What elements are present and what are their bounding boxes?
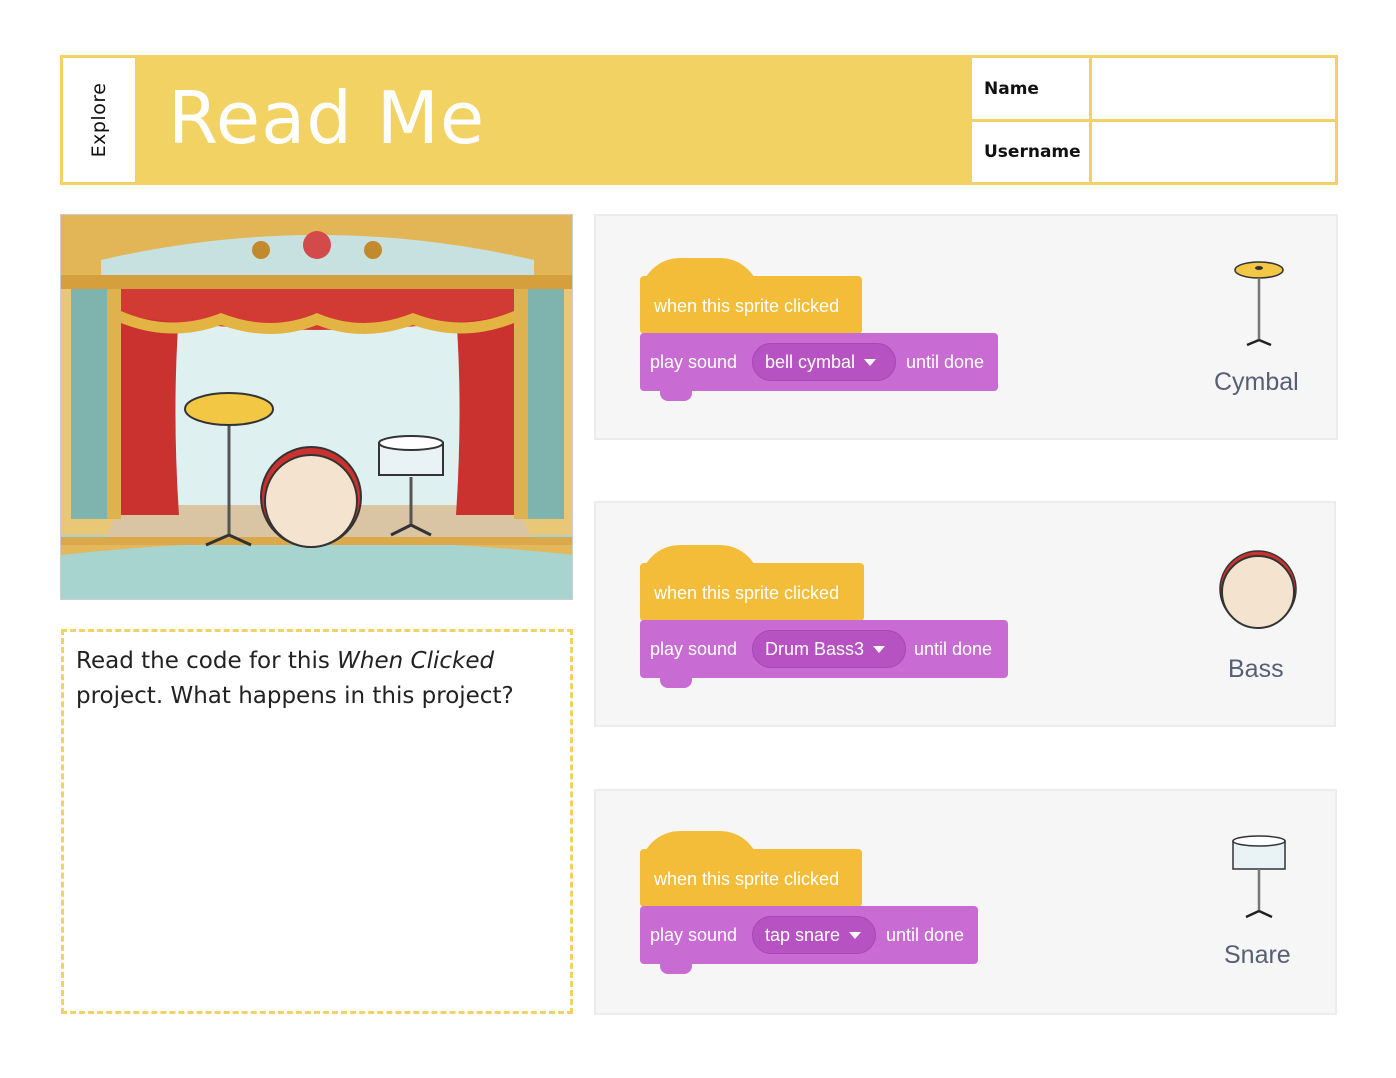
code-panel-bass: when this sprite clicked play sound Drum… [594,501,1336,727]
play-sound-block[interactable]: play sound tap snare until done [640,906,978,964]
sound-dropdown[interactable]: Drum Bass3 [752,630,906,668]
instrument-label: Cymbal [1214,368,1299,396]
title-band: Read Me [138,58,972,182]
sound-name: Drum Bass3 [765,638,865,659]
block-notch [660,964,692,974]
name-field[interactable] [1095,58,1335,119]
chevron-down-icon [849,931,862,939]
name-row: Name [972,58,1335,122]
stage-scene-icon [61,215,572,599]
chevron-down-icon [864,358,877,366]
instrument-label: Bass [1228,655,1284,683]
play-sound-block[interactable]: play sound Drum Bass3 until done [640,620,1008,678]
sound-dropdown[interactable]: tap snare [752,916,876,954]
until-done-label: until done [886,925,965,945]
worksheet-header: Explore Read Me Name Username [60,55,1338,185]
name-label: Name [972,58,1092,119]
play-sound-block[interactable]: play sound bell cymbal until done [640,333,998,391]
explore-tab: Explore [63,58,138,182]
until-done-label: until done [914,639,993,659]
name-grid: Name Username [972,58,1335,182]
sound-name: tap snare [765,924,841,945]
hat-label: when this sprite clicked [654,583,840,603]
question-emphasis: When Clicked [337,648,495,674]
instrument-label: Snare [1224,941,1291,969]
when-clicked-block[interactable]: when this sprite clicked [640,276,862,334]
snare-drum-icon [1232,835,1286,919]
play-sound-label: play sound [650,639,738,659]
question-text-2: project. What happens in this project? [76,683,514,709]
until-done-label: until done [906,352,985,372]
code-panel-snare: when this sprite clicked play sound tap … [594,789,1337,1015]
hat-label: when this sprite clicked [654,869,840,889]
when-clicked-block[interactable]: when this sprite clicked [640,849,862,907]
username-row: Username [972,122,1335,182]
question-box[interactable]: Read the code for this When Clicked proj… [61,629,573,1014]
bass-drum-icon [1219,550,1297,629]
username-field[interactable] [1095,122,1335,182]
chevron-down-icon [873,645,886,653]
question-text-1: Read the code for this [76,648,338,674]
when-clicked-block[interactable]: when this sprite clicked [640,563,864,621]
play-sound-label: play sound [650,925,738,945]
explore-label: Explore [88,82,110,158]
page-title: Read Me [168,76,486,160]
sound-name: bell cymbal [765,351,856,372]
block-notch [660,678,692,688]
cymbal-icon [1234,261,1284,347]
sound-dropdown[interactable]: bell cymbal [752,343,896,381]
hat-label: when this sprite clicked [654,296,840,316]
stage-illustration [60,214,573,600]
username-label: Username [972,122,1092,182]
play-sound-label: play sound [650,352,738,372]
block-notch [660,391,692,401]
code-panel-cymbal: when this sprite clicked play sound bell… [594,214,1338,440]
